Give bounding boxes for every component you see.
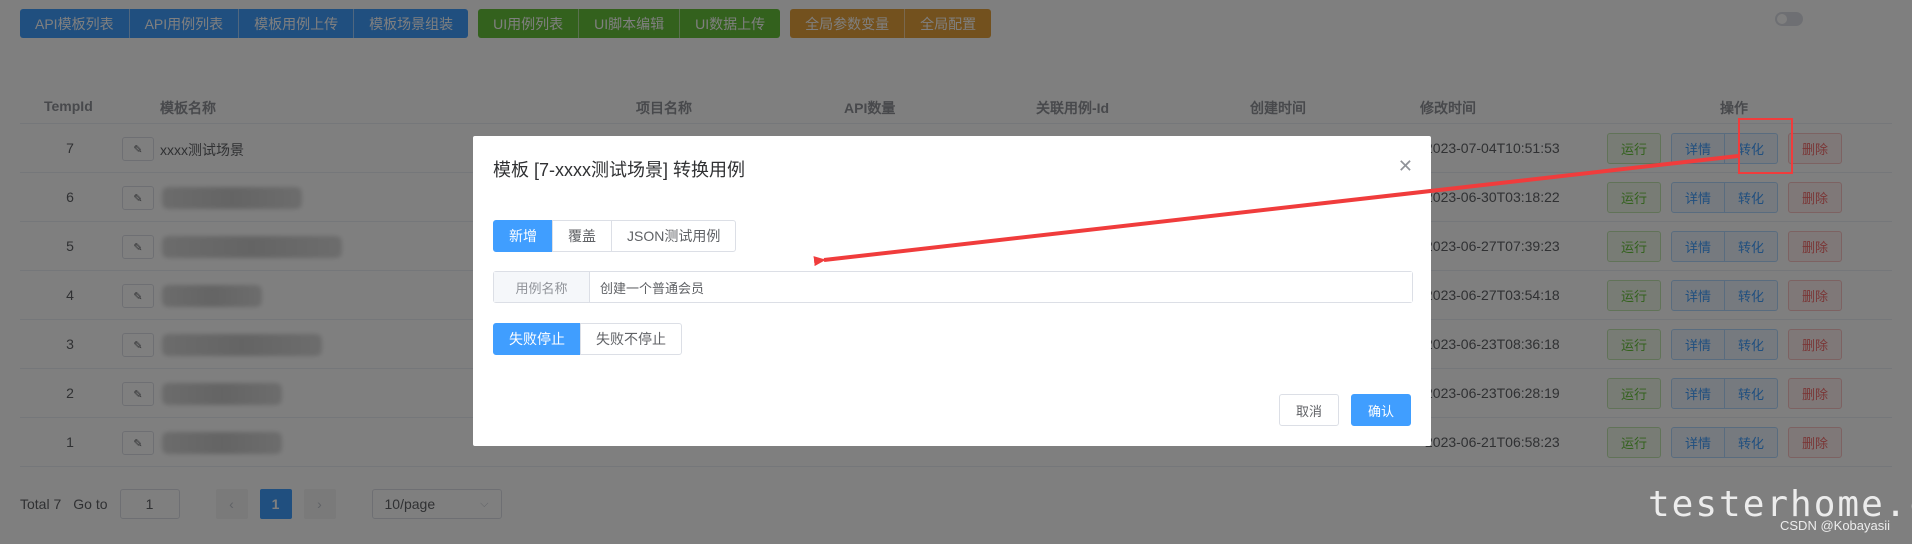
watermark-credit: CSDN @Kobayasii xyxy=(1780,518,1891,533)
page: API模板列表 API用例列表 模板用例上传 模板场景组装 UI用例列表 UI脚… xyxy=(0,0,1912,544)
annotation-arrow xyxy=(813,154,1739,267)
